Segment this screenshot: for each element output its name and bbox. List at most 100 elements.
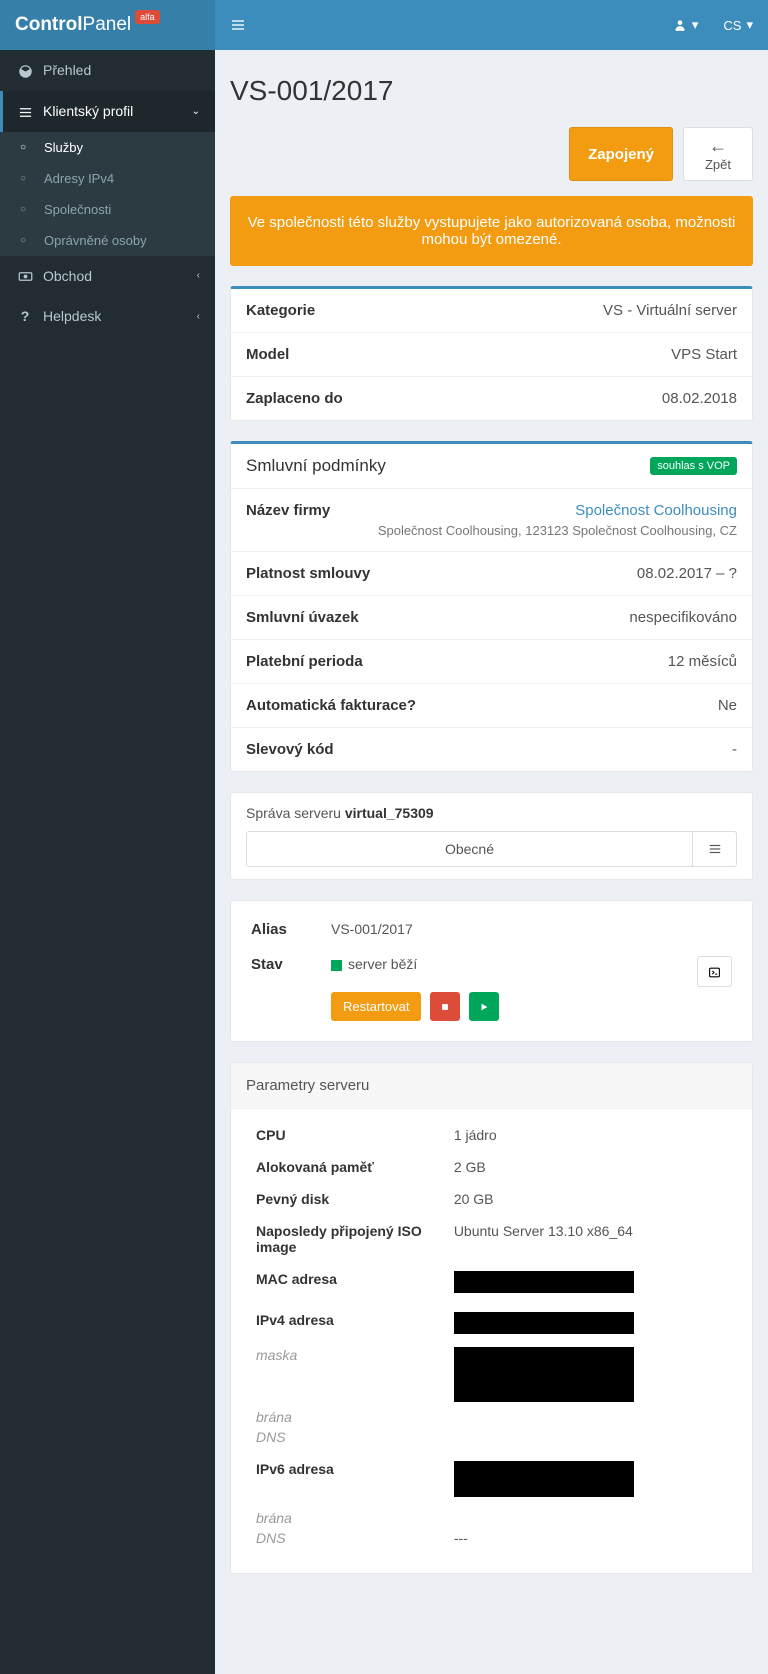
server-mgmt-panel: Správa serveru virtual_75309 Obecné: [230, 792, 753, 880]
chevron-left-icon: ‹: [197, 270, 200, 281]
brand-bold: Control: [15, 14, 83, 36]
play-icon: [479, 1002, 489, 1012]
caret-down-icon: ▾: [692, 17, 699, 33]
menu-toggle-icon[interactable]: [230, 16, 246, 34]
discount-value: -: [467, 741, 737, 758]
server-status-panel: Alias VS-001/2017 Stav server běží Resta…: [230, 900, 753, 1042]
chevron-down-icon: ⌄: [192, 106, 200, 117]
period-value: 12 měsíců: [467, 653, 737, 670]
validity-label: Platnost smlouvy: [246, 565, 467, 582]
cpu-value: 1 jádro: [454, 1127, 727, 1143]
ram-value: 2 GB: [454, 1159, 727, 1175]
server-mgmt-title: Správa serveru virtual_75309: [246, 805, 737, 821]
warning-alert: Ve společnosti této služby vystupujete j…: [230, 196, 753, 266]
dns6-value: ---: [454, 1530, 727, 1546]
stop-button[interactable]: [430, 992, 460, 1021]
mask-label: maska: [256, 1347, 454, 1363]
company-link[interactable]: Společnost Coolhousing: [575, 502, 737, 519]
circle-icon: ○: [20, 204, 34, 215]
auto-label: Automatická fakturace?: [246, 697, 467, 714]
state-label: Stav: [251, 956, 331, 973]
question-icon: ?: [15, 308, 35, 324]
arrow-left-icon: ←: [709, 136, 727, 157]
summary-panel: Kategorie VS - Virtuální server Model VP…: [230, 286, 753, 421]
lang-menu[interactable]: CS ▾: [723, 17, 753, 33]
auto-value: Ne: [467, 697, 737, 714]
state-value: server běží: [348, 956, 417, 972]
terminal-icon: [708, 966, 721, 979]
dns-label: DNS: [256, 1429, 454, 1445]
summary-paid-value: 08.02.2018: [467, 390, 737, 407]
cpu-label: CPU: [256, 1127, 454, 1143]
iso-value: Ubuntu Server 13.10 x86_64: [454, 1223, 727, 1239]
gateway6-label: brána: [256, 1510, 454, 1526]
status-button[interactable]: Zapojený: [569, 127, 673, 181]
summary-paid-label: Zaplaceno do: [246, 390, 467, 407]
contract-panel: Smluvní podmínky souhlas s VOP Název fir…: [230, 441, 753, 772]
disk-label: Pevný disk: [256, 1191, 454, 1207]
nav-companies[interactable]: ○Společnosti: [0, 194, 215, 225]
nav-authorized[interactable]: ○Oprávněné osoby: [0, 225, 215, 256]
nav-client-profile[interactable]: Klientský profil ⌄: [0, 91, 215, 132]
commitment-value: nespecifikováno: [467, 609, 737, 626]
page-title: VS-001/2017: [230, 75, 753, 107]
discount-label: Slevový kód: [246, 741, 467, 758]
summary-model-label: Model: [246, 346, 467, 363]
caret-down-icon: ▾: [746, 17, 753, 33]
commitment-label: Smluvní úvazek: [246, 609, 467, 626]
stop-icon: [440, 1002, 450, 1012]
list-icon: [15, 103, 35, 120]
nav-services[interactable]: ○Služby: [0, 132, 215, 163]
ipv4-value-redacted: [454, 1312, 634, 1334]
brand-badge: alfa: [135, 10, 160, 24]
user-menu[interactable]: ▾: [673, 17, 699, 33]
sidebar: ControlPanel alfa Přehled Klientský prof…: [0, 0, 215, 1674]
money-icon: [15, 268, 35, 285]
disk-value: 20 GB: [454, 1191, 727, 1207]
tab-general[interactable]: Obecné: [246, 831, 693, 867]
ipv6-value-redacted: [454, 1461, 634, 1497]
nav-ipv4[interactable]: ○Adresy IPv4: [0, 163, 215, 194]
brand-logo[interactable]: ControlPanel alfa: [0, 0, 215, 50]
alias-label: Alias: [251, 921, 331, 938]
params-title: Parametry serveru: [231, 1063, 752, 1109]
mac-value-redacted: [454, 1271, 634, 1293]
gateway-label: brána: [256, 1409, 454, 1425]
user-icon: [673, 18, 687, 32]
back-button[interactable]: ← Zpět: [683, 127, 753, 181]
tab-menu-button[interactable]: [693, 831, 737, 867]
company-sub: Společnost Coolhousing, 123123 Společnos…: [246, 523, 737, 538]
summary-category-value: VS - Virtuální server: [467, 302, 737, 319]
nav-overview[interactable]: Přehled: [0, 50, 215, 91]
ipv6-label: IPv6 adresa: [256, 1461, 454, 1477]
console-button[interactable]: [697, 956, 732, 987]
topbar: ▾ CS ▾: [215, 0, 768, 50]
circle-icon: ○: [20, 173, 34, 184]
mac-label: MAC adresa: [256, 1271, 454, 1287]
dns6-label: DNS: [256, 1530, 454, 1546]
summary-category-label: Kategorie: [246, 302, 467, 319]
dashboard-icon: [15, 62, 35, 79]
status-indicator-icon: [331, 960, 342, 971]
restart-button[interactable]: Restartovat: [331, 992, 421, 1021]
play-button[interactable]: [469, 992, 499, 1021]
ipv4-label: IPv4 adresa: [256, 1312, 454, 1328]
circle-icon: ○: [20, 142, 34, 153]
net-values-redacted: [454, 1347, 634, 1402]
summary-model-value: VPS Start: [467, 346, 737, 363]
ram-label: Alokovaná paměť: [256, 1159, 454, 1175]
iso-label: Naposledy připojený ISO image: [256, 1223, 454, 1255]
nav-helpdesk[interactable]: ? Helpdesk ‹: [0, 296, 215, 336]
nav-shop[interactable]: Obchod ‹: [0, 256, 215, 297]
contract-title: Smluvní podmínky: [246, 456, 386, 476]
bars-icon: [708, 842, 722, 856]
company-label: Název firmy: [246, 502, 467, 519]
circle-icon: ○: [20, 235, 34, 246]
period-label: Platební perioda: [246, 653, 467, 670]
alias-value: VS-001/2017: [331, 921, 732, 937]
validity-value: 08.02.2017 – ?: [467, 565, 737, 582]
server-params-panel: Parametry serveru CPU1 jádro Alokovaná p…: [230, 1062, 753, 1574]
chevron-left-icon: ‹: [197, 311, 200, 322]
server-name: virtual_75309: [345, 805, 434, 821]
brand-light: Panel: [83, 14, 132, 36]
